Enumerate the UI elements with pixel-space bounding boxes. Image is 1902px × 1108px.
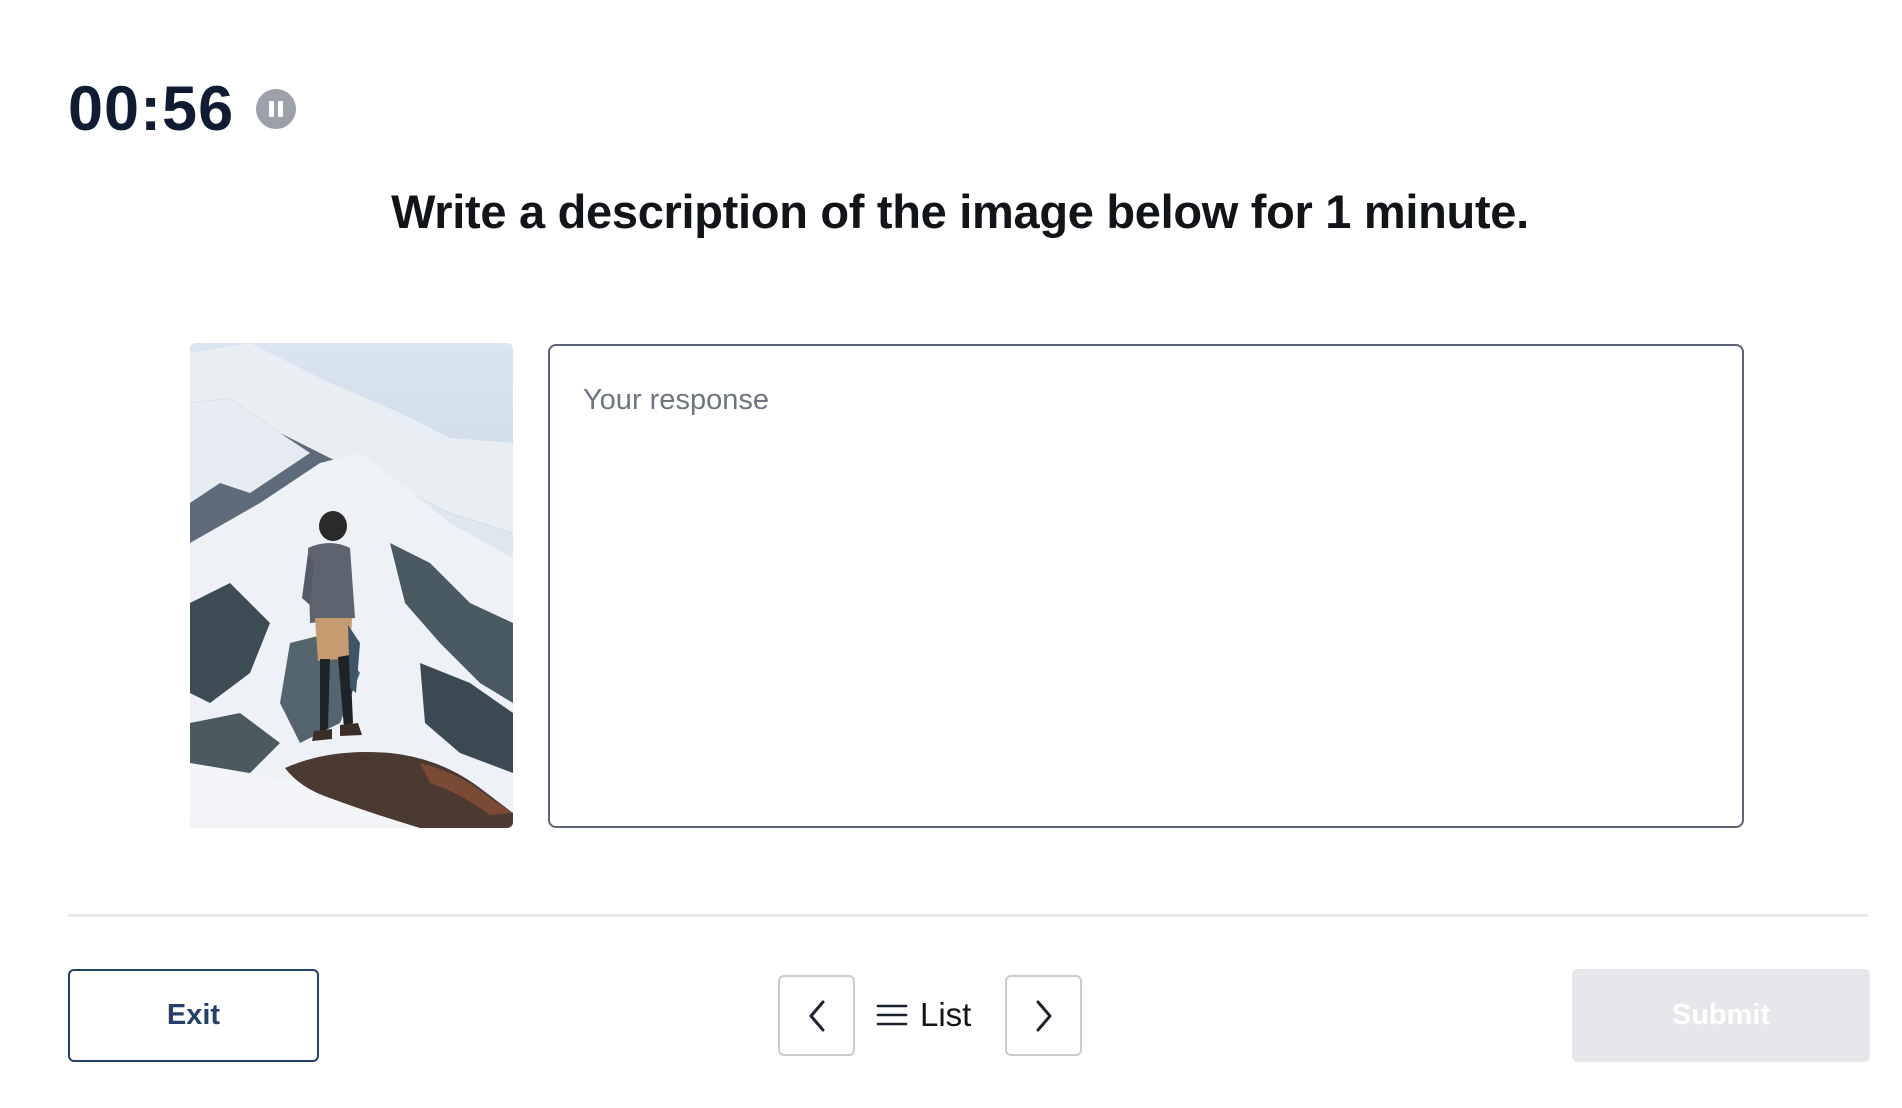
prompt-image [190,343,513,828]
previous-button[interactable] [778,975,855,1056]
pause-bar-right [278,101,284,117]
footer-divider [68,914,1868,917]
list-button-label: List [920,996,972,1033]
chevron-left-icon [809,1000,824,1031]
exit-button[interactable]: Exit [68,969,319,1062]
response-textarea[interactable] [548,344,1744,828]
mountain-hiker-photo [190,343,513,828]
submit-button-label: Submit [1671,999,1771,1031]
pause-icon[interactable] [256,89,297,129]
prompt-instruction: Write a description of the image below f… [391,185,1529,238]
next-button[interactable] [1005,975,1082,1056]
submit-button[interactable]: Submit [1572,969,1870,1062]
hamburger-list-icon [876,1004,908,1026]
countdown-timer: 00:56 [68,73,235,144]
chevron-right-icon [1036,1000,1051,1031]
timer-row: 00:56 [68,73,297,144]
pause-bar-left [269,101,275,117]
list-button[interactable]: List [876,985,971,1045]
exit-button-label: Exit [166,999,221,1031]
